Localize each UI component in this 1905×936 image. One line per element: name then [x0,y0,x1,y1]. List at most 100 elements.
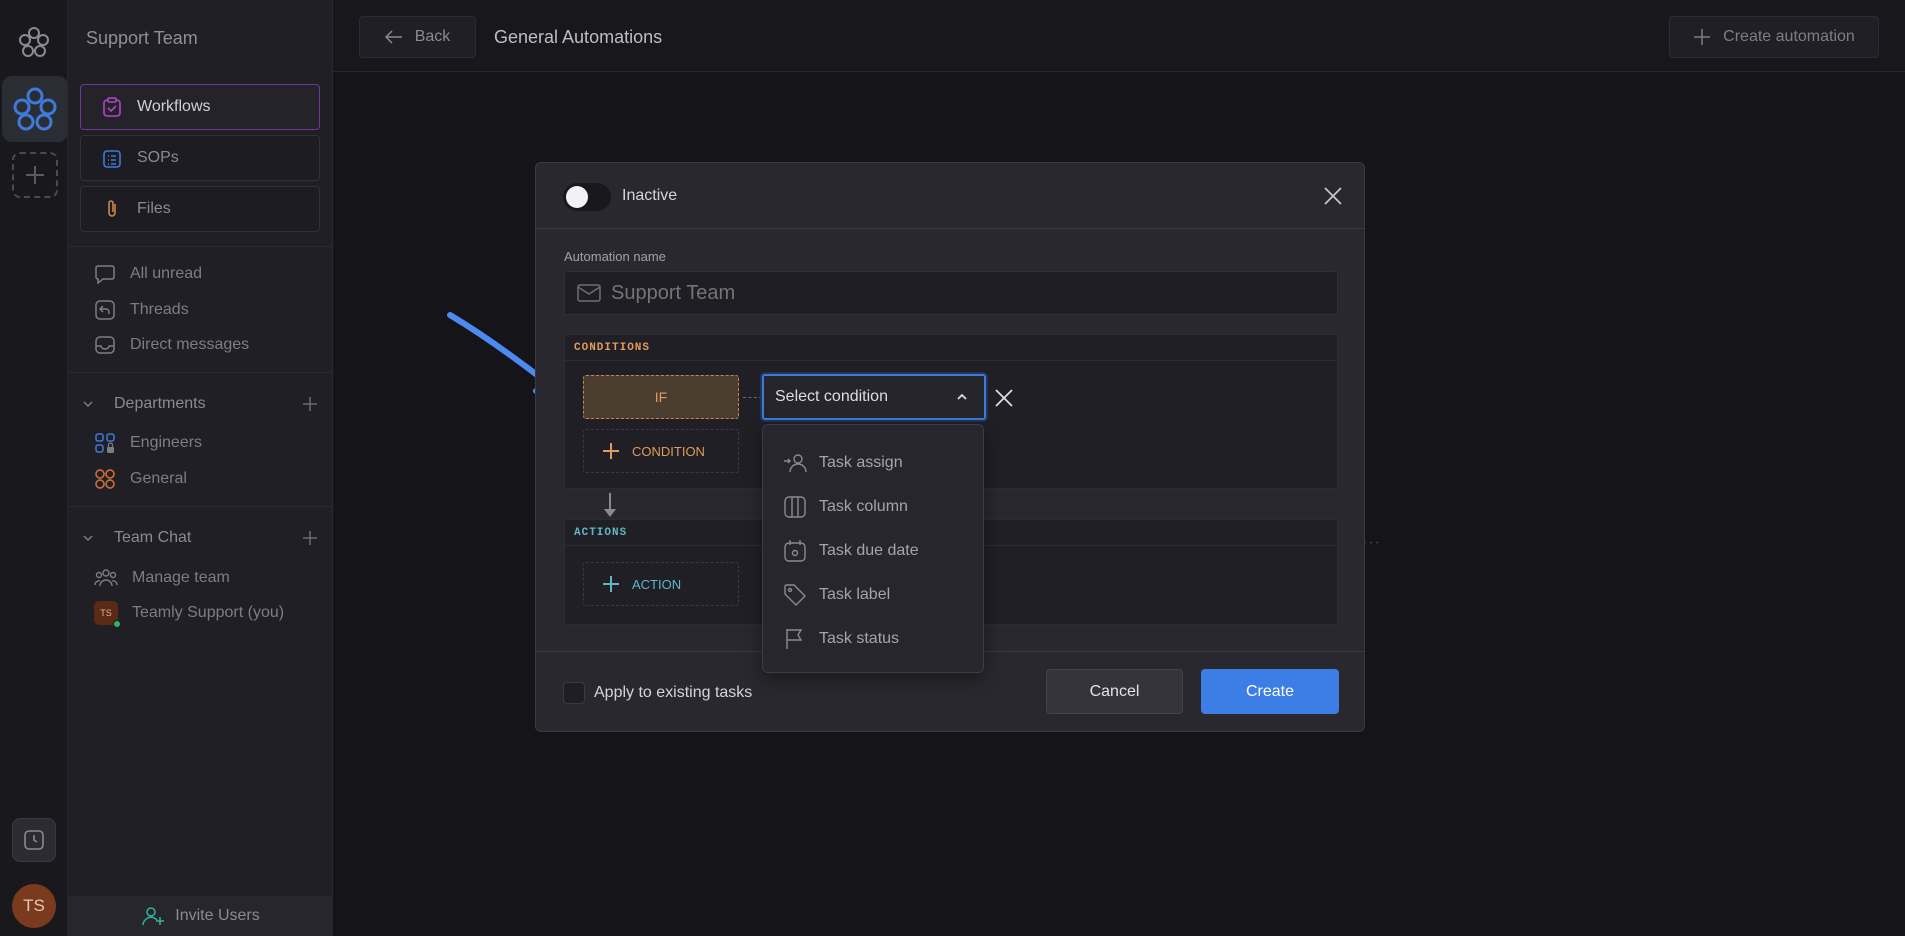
automation-name-input[interactable] [611,281,1211,305]
paperclip-icon [108,200,116,217]
nav-files[interactable]: Files [80,186,320,232]
sidebar-item-all-unread[interactable]: All unread [94,262,202,286]
nav-workflows-label: Workflows [137,98,211,115]
nav-sops[interactable]: SOPs [80,135,320,181]
avatar: TS [94,601,121,628]
clipboard-check-icon [103,97,121,117]
conditions-label: CONDITIONS [565,335,1337,361]
cancel-button[interactable]: Cancel [1046,669,1183,714]
reply-icon [95,300,115,320]
grid-circles-icon [95,469,115,489]
sidebar-item-label: Engineers [130,434,203,451]
sidebar-item-teamly-support[interactable]: TS Teamly Support (you) [94,601,285,628]
condition-select-value: Select condition [775,388,888,405]
chat-bubble-icon [95,265,115,285]
section-title: Team Chat [114,529,192,546]
user-avatar[interactable]: TS [12,884,56,928]
condition-dropdown: Task assign Task column Task due date Ta… [762,424,984,673]
sidebar-item-label: Direct messages [130,336,250,353]
create-label: Create [1245,682,1295,700]
add-department-icon[interactable] [302,396,318,412]
section-departments[interactable]: Departments [82,392,318,416]
sidebar-item-direct-messages[interactable]: Direct messages [94,333,249,357]
if-label: IF [654,389,668,405]
condition-select[interactable]: Select condition [762,374,986,420]
plus-icon [603,576,619,592]
arrow-left-icon [384,30,402,44]
add-chat-icon[interactable] [302,530,318,546]
sidebar-item-manage-team[interactable]: Manage team [94,566,230,590]
tag-icon [784,584,806,606]
create-automation-label: Create automation [1723,28,1855,45]
option-task-assign[interactable]: Task assign [763,441,983,485]
option-label: Task label [819,586,891,603]
workspace-title: Support Team [86,28,198,48]
active-toggle[interactable] [563,183,611,211]
add-action-button[interactable]: ACTION [583,562,739,606]
automation-name-field[interactable] [564,271,1338,315]
plus-icon [1694,29,1711,45]
mail-icon [577,284,601,302]
plus-icon [603,443,619,459]
nav-workflows[interactable]: Workflows [80,84,320,130]
divider [68,506,333,507]
toggle-knob [566,186,588,208]
option-task-label[interactable]: Task label [763,573,983,617]
nav-files-label: Files [137,200,171,217]
apply-existing-label: Apply to existing tasks [594,684,753,701]
columns-icon [784,496,806,518]
chevron-down-icon [83,401,93,408]
status-label: Inactive [622,187,678,204]
sidebar-item-label: Teamly Support (you) [132,604,285,621]
app-logo-icon[interactable] [18,26,50,58]
automation-name-label: Automation name [564,249,666,264]
history-button[interactable] [12,818,56,862]
divider [68,246,333,247]
option-task-column[interactable]: Task column [763,485,983,529]
sidebar-item-label: Manage team [132,569,230,586]
plus-icon [26,166,44,184]
workspace-support-team[interactable] [2,76,68,142]
sidebar-item-engineers[interactable]: Engineers [94,431,202,455]
sidebar-item-label: General [130,470,187,487]
sidebar-item-threads[interactable]: Threads [94,298,189,322]
create-automation-button[interactable]: Create automation [1669,16,1879,58]
workspace-logo-icon [13,87,57,131]
add-condition-label: CONDITION [632,443,705,459]
chevron-up-icon [957,393,967,400]
page-title: General Automations [494,27,663,47]
add-workspace-button[interactable] [12,152,58,198]
section-title: Departments [114,395,206,412]
option-label: Task column [819,498,908,515]
if-block[interactable]: IF [583,375,739,419]
invite-users-button[interactable]: Invite Users [68,896,333,936]
back-button[interactable]: Back [359,16,476,58]
option-label: Task due date [819,542,919,559]
option-label: Task assign [819,454,903,471]
option-task-status[interactable]: Task status [763,617,983,661]
add-condition-button[interactable]: CONDITION [583,429,739,473]
divider [68,372,333,373]
sidebar-item-label: Threads [130,301,189,318]
sidebar: Support Team Workflows SOPs Files All un… [68,0,333,936]
top-bar: Back General Automations Create automati… [333,0,1905,72]
remove-condition-icon[interactable] [994,388,1014,408]
option-label: Task status [819,630,900,647]
person-arrow-icon [784,454,807,473]
grid-lock-icon [95,433,115,453]
cancel-label: Cancel [1089,682,1140,700]
create-button[interactable]: Create [1201,669,1339,714]
option-task-due-date[interactable]: Task due date [763,529,983,573]
apply-existing-checkbox[interactable] [563,682,585,704]
add-user-icon [142,907,165,926]
invite-users-label: Invite Users [175,907,260,924]
avatar-initials: TS [100,608,112,618]
calendar-icon [784,540,806,562]
online-status-dot [113,620,121,628]
workspace-rail: TS [0,0,68,936]
list-clipboard-icon [103,150,121,168]
close-icon[interactable] [1322,185,1344,207]
sidebar-item-general[interactable]: General [94,467,187,491]
section-team-chat[interactable]: Team Chat [82,526,318,550]
people-icon [94,569,118,587]
